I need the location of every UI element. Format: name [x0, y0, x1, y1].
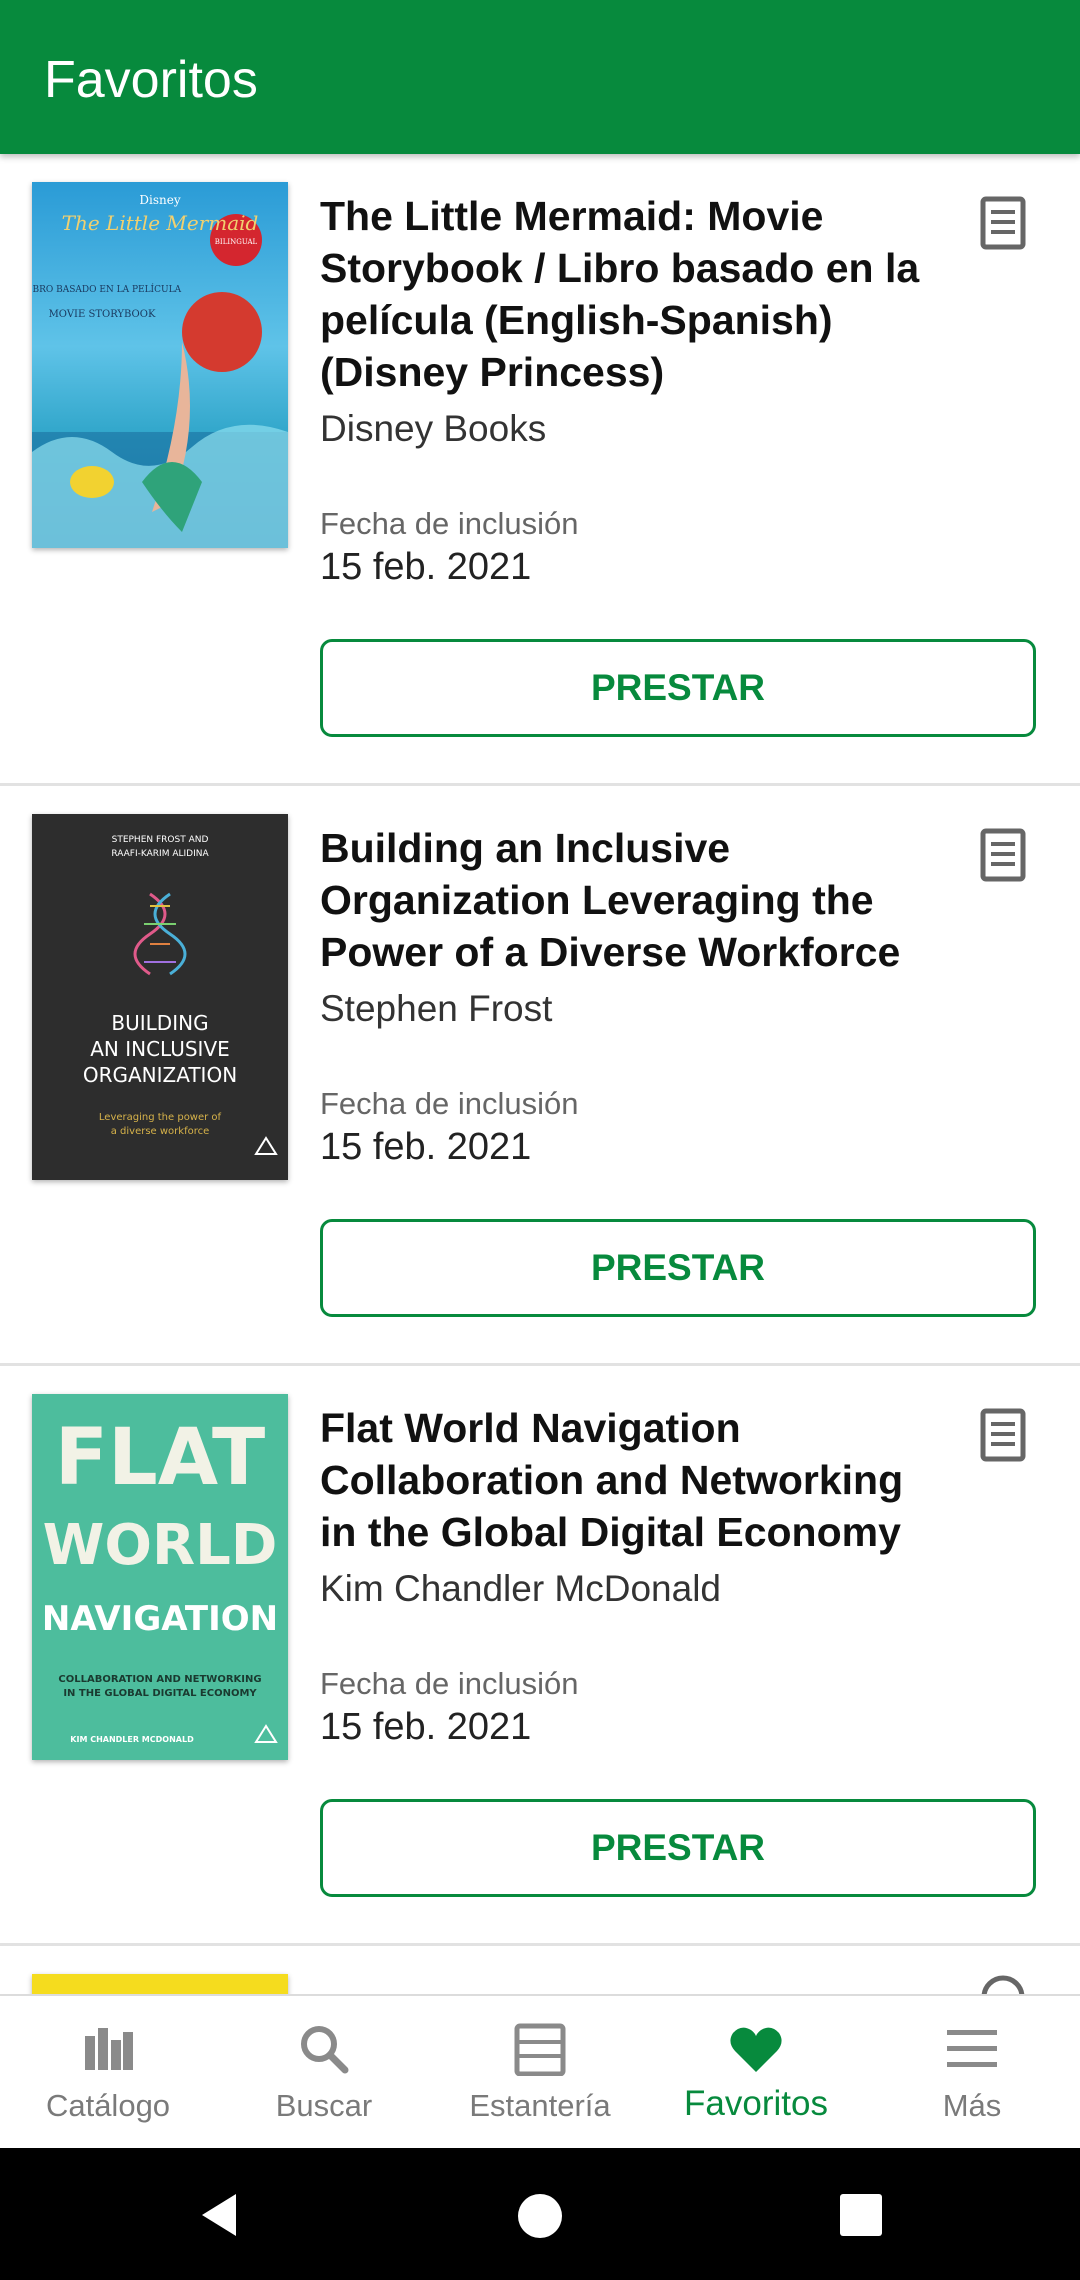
nav-item-favorites[interactable]: Favoritos [648, 1996, 864, 2150]
date-added-label: Fecha de inclusión [320, 1086, 579, 1121]
list-item[interactable] [0, 1946, 1080, 1994]
nav-label: Estantería [469, 2088, 611, 2123]
date-added-value: 15 feb. 2021 [320, 1126, 532, 1168]
book-author: Disney Books [320, 408, 547, 449]
cover-text: AN INCLUSIVE [90, 1037, 230, 1061]
cover-text: KIM CHANDLER MCDONALD [70, 1735, 194, 1744]
document-icon[interactable] [980, 1408, 1026, 1462]
nav-item-shelf[interactable]: Estantería [432, 1996, 648, 2150]
cover-text: LIBRO BASADO EN LA PELÍCULA [32, 283, 182, 295]
cover-text: a diverse workforce [111, 1126, 210, 1137]
menu-icon [947, 2030, 997, 2067]
cover-text: STEPHEN FROST AND [112, 835, 209, 845]
cover-text: RAAFI-KARIM ALIDINA [111, 849, 209, 859]
date-added-label: Fecha de inclusión [320, 506, 579, 541]
heart-icon [730, 2027, 782, 2072]
cover-text: FLAT [55, 1413, 266, 1503]
nav-item-search[interactable]: Buscar [216, 1996, 432, 2150]
document-icon[interactable] [980, 196, 1026, 250]
system-navigation-bar [0, 2148, 1080, 2280]
book-cover[interactable]: Disney The Little Mermaid LIBRO BASADO E… [32, 182, 288, 548]
cover-text: COLLABORATION AND NETWORKING [58, 1674, 261, 1685]
nav-label: Buscar [275, 2088, 373, 2123]
cover-text: MOVIE STORYBOOK [49, 309, 156, 320]
cover-text: BUILDING [111, 1011, 208, 1035]
back-icon[interactable] [196, 2190, 242, 2240]
cover-text: Leveraging the power of [99, 1112, 222, 1123]
home-icon[interactable] [516, 2192, 564, 2240]
book-author: Stephen Frost [320, 988, 553, 1029]
book-cover[interactable]: FLAT WORLD NAVIGATION COLLABORATION AND … [32, 1394, 288, 1760]
nav-item-more[interactable]: Más [864, 1996, 1080, 2150]
app-bar: Favoritos [0, 0, 1080, 154]
cover-text: The Little Mermaid [62, 211, 259, 235]
cover-text: NAVIGATION [42, 1599, 278, 1639]
cover-art: Disney The Little Mermaid LIBRO BASADO E… [32, 193, 288, 548]
book-title[interactable]: Flat World Navigation Collaboration and … [320, 1402, 920, 1558]
cover-text: Disney [139, 193, 180, 207]
page-title: Favoritos [44, 51, 258, 109]
nav-label: Catálogo [45, 2088, 171, 2123]
book-author: Kim Chandler McDonald [320, 1568, 722, 1609]
info-icon[interactable] [980, 1974, 1026, 1994]
shelf-icon [514, 2023, 566, 2076]
cover-text: ORGANIZATION [83, 1063, 237, 1087]
cover-text: IN THE GLOBAL DIGITAL ECONOMY [63, 1688, 257, 1699]
borrow-button[interactable]: PRESTAR [320, 639, 1036, 737]
cover-art: FLAT WORLD NAVIGATION COLLABORATION AND … [42, 1413, 278, 1744]
cover-art: STEPHEN FROST AND RAAFI-KARIM ALIDINA BU… [83, 835, 278, 1155]
cover-text: BILINGUAL [215, 238, 258, 246]
list-item[interactable]: STEPHEN FROST AND RAAFI-KARIM ALIDINA BU… [0, 786, 1080, 1366]
search-icon [301, 2026, 349, 2074]
book-title[interactable]: The Little Mermaid: Movie Storybook / Li… [320, 190, 920, 398]
list-item[interactable]: Disney The Little Mermaid LIBRO BASADO E… [0, 154, 1080, 786]
book-cover[interactable]: STEPHEN FROST AND RAAFI-KARIM ALIDINA BU… [32, 814, 288, 1180]
catalog-icon [85, 2028, 133, 2070]
date-added-value: 15 feb. 2021 [320, 546, 532, 588]
book-title[interactable]: Building an Inclusive Organization Lever… [320, 822, 920, 978]
nav-label: Más [942, 2088, 1002, 2123]
list-item[interactable]: FLAT WORLD NAVIGATION COLLABORATION AND … [0, 1366, 1080, 1946]
book-cover[interactable] [32, 1974, 288, 1994]
bottom-navigation: Catálogo Buscar Estantería Favoritos Más [0, 1994, 1080, 2148]
date-added-label: Fecha de inclusión [320, 1666, 579, 1701]
nav-item-catalog[interactable]: Catálogo [0, 1996, 216, 2150]
date-added-value: 15 feb. 2021 [320, 1706, 532, 1748]
cover-text: WORLD [43, 1513, 278, 1578]
nav-label: Favoritos [684, 2084, 828, 2123]
document-icon[interactable] [980, 828, 1026, 882]
favorites-list[interactable]: Disney The Little Mermaid LIBRO BASADO E… [0, 154, 1080, 1994]
borrow-button[interactable]: PRESTAR [320, 1799, 1036, 1897]
recents-icon[interactable] [840, 2194, 882, 2236]
borrow-button[interactable]: PRESTAR [320, 1219, 1036, 1317]
